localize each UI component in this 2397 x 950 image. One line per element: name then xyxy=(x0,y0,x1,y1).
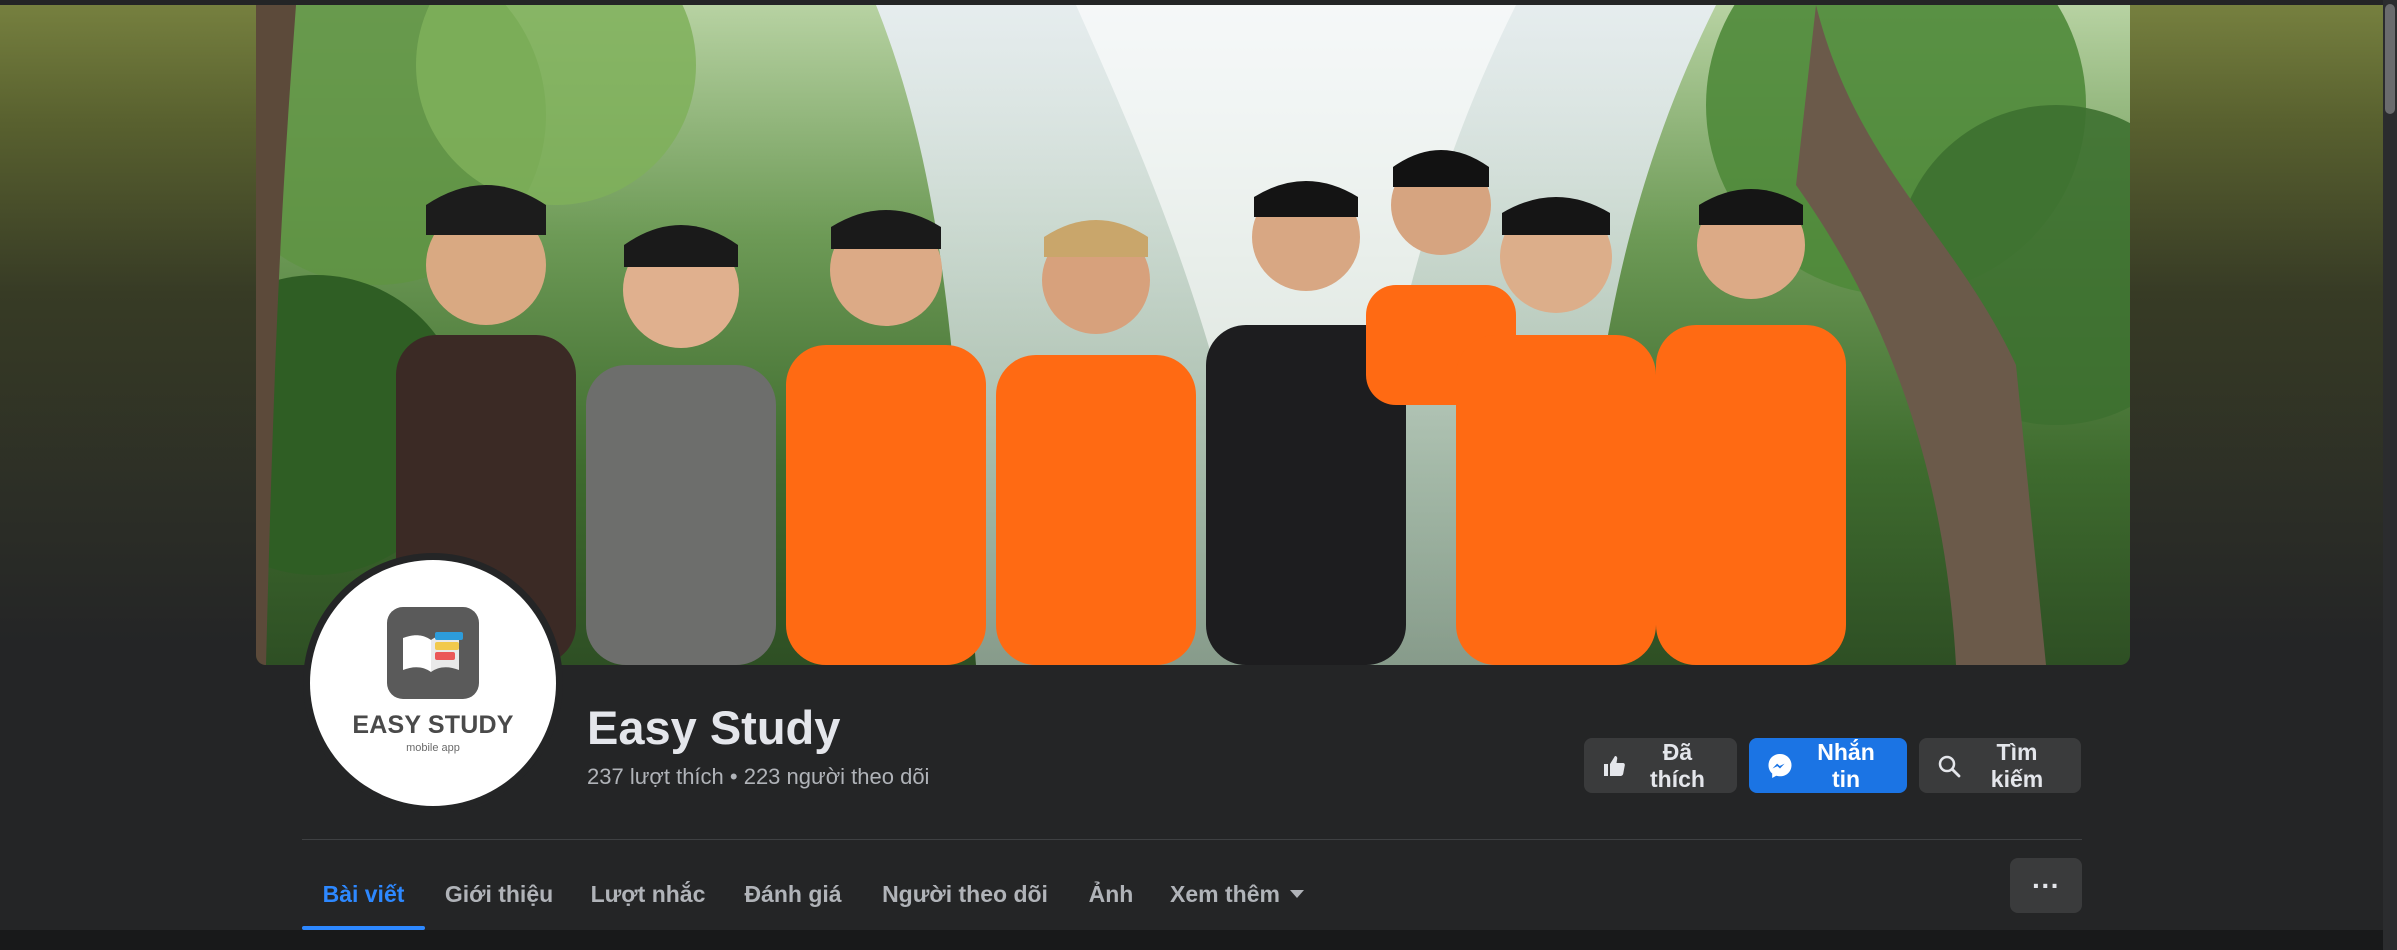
page-stats[interactable]: 237 lượt thích • 223 người theo dõi xyxy=(587,764,929,790)
scrollbar[interactable] xyxy=(2383,0,2397,950)
tab-posts[interactable]: Bài viết xyxy=(302,858,425,930)
tab-mentions-label: Lượt nhắc xyxy=(590,880,706,907)
tab-posts-label: Bài viết xyxy=(322,880,405,907)
tab-photos[interactable]: Ảnh xyxy=(1075,858,1147,930)
chevron-down-icon xyxy=(1289,890,1304,898)
search-button[interactable]: Tìm kiếm xyxy=(1919,738,2081,793)
tab-about-label: Giới thiệu xyxy=(444,880,554,907)
tab-see-more-label: Xem thêm xyxy=(1170,880,1280,907)
cover-photo-illustration xyxy=(256,5,2130,665)
tab-followers-label: Người theo dõi xyxy=(882,880,1048,907)
liked-label: Đã thích xyxy=(1650,738,1705,792)
tab-photos-label: Ảnh xyxy=(1088,880,1134,907)
page-avatar[interactable]: EASY STUDY mobile app xyxy=(303,553,563,813)
more-options-button[interactable]: ··· xyxy=(2010,858,2082,913)
tab-reviews[interactable]: Đánh giá xyxy=(731,858,855,930)
tab-reviews-label: Đánh giá xyxy=(744,880,842,907)
message-label: Nhắn tin xyxy=(1817,738,1875,792)
thumbs-up-icon xyxy=(1604,755,1625,776)
page-title[interactable]: Easy Study xyxy=(587,700,840,755)
header-divider xyxy=(302,839,2082,840)
brand-name: EASY STUDY xyxy=(352,710,514,739)
book-logo-icon xyxy=(387,606,479,699)
brand-tagline: mobile app xyxy=(406,741,460,754)
tab-mentions[interactable]: Lượt nhắc xyxy=(580,858,716,930)
search-icon xyxy=(1938,755,1961,777)
ellipsis-icon: ··· xyxy=(2032,869,2060,901)
tab-see-more[interactable]: Xem thêm xyxy=(1162,858,1312,930)
messenger-icon xyxy=(1768,753,1792,778)
liked-button[interactable]: Đã thích xyxy=(1584,738,1737,793)
scrollbar-thumb[interactable] xyxy=(2385,4,2395,114)
search-label: Tìm kiếm xyxy=(1990,738,2044,792)
cover-photo[interactable] xyxy=(256,5,2130,665)
tab-about[interactable]: Giới thiệu xyxy=(433,858,565,930)
content-area-edge xyxy=(0,930,2383,950)
tab-followers[interactable]: Người theo dõi xyxy=(870,858,1060,930)
message-button[interactable]: Nhắn tin xyxy=(1749,738,1907,793)
avatar-logo: EASY STUDY mobile app xyxy=(310,560,556,806)
